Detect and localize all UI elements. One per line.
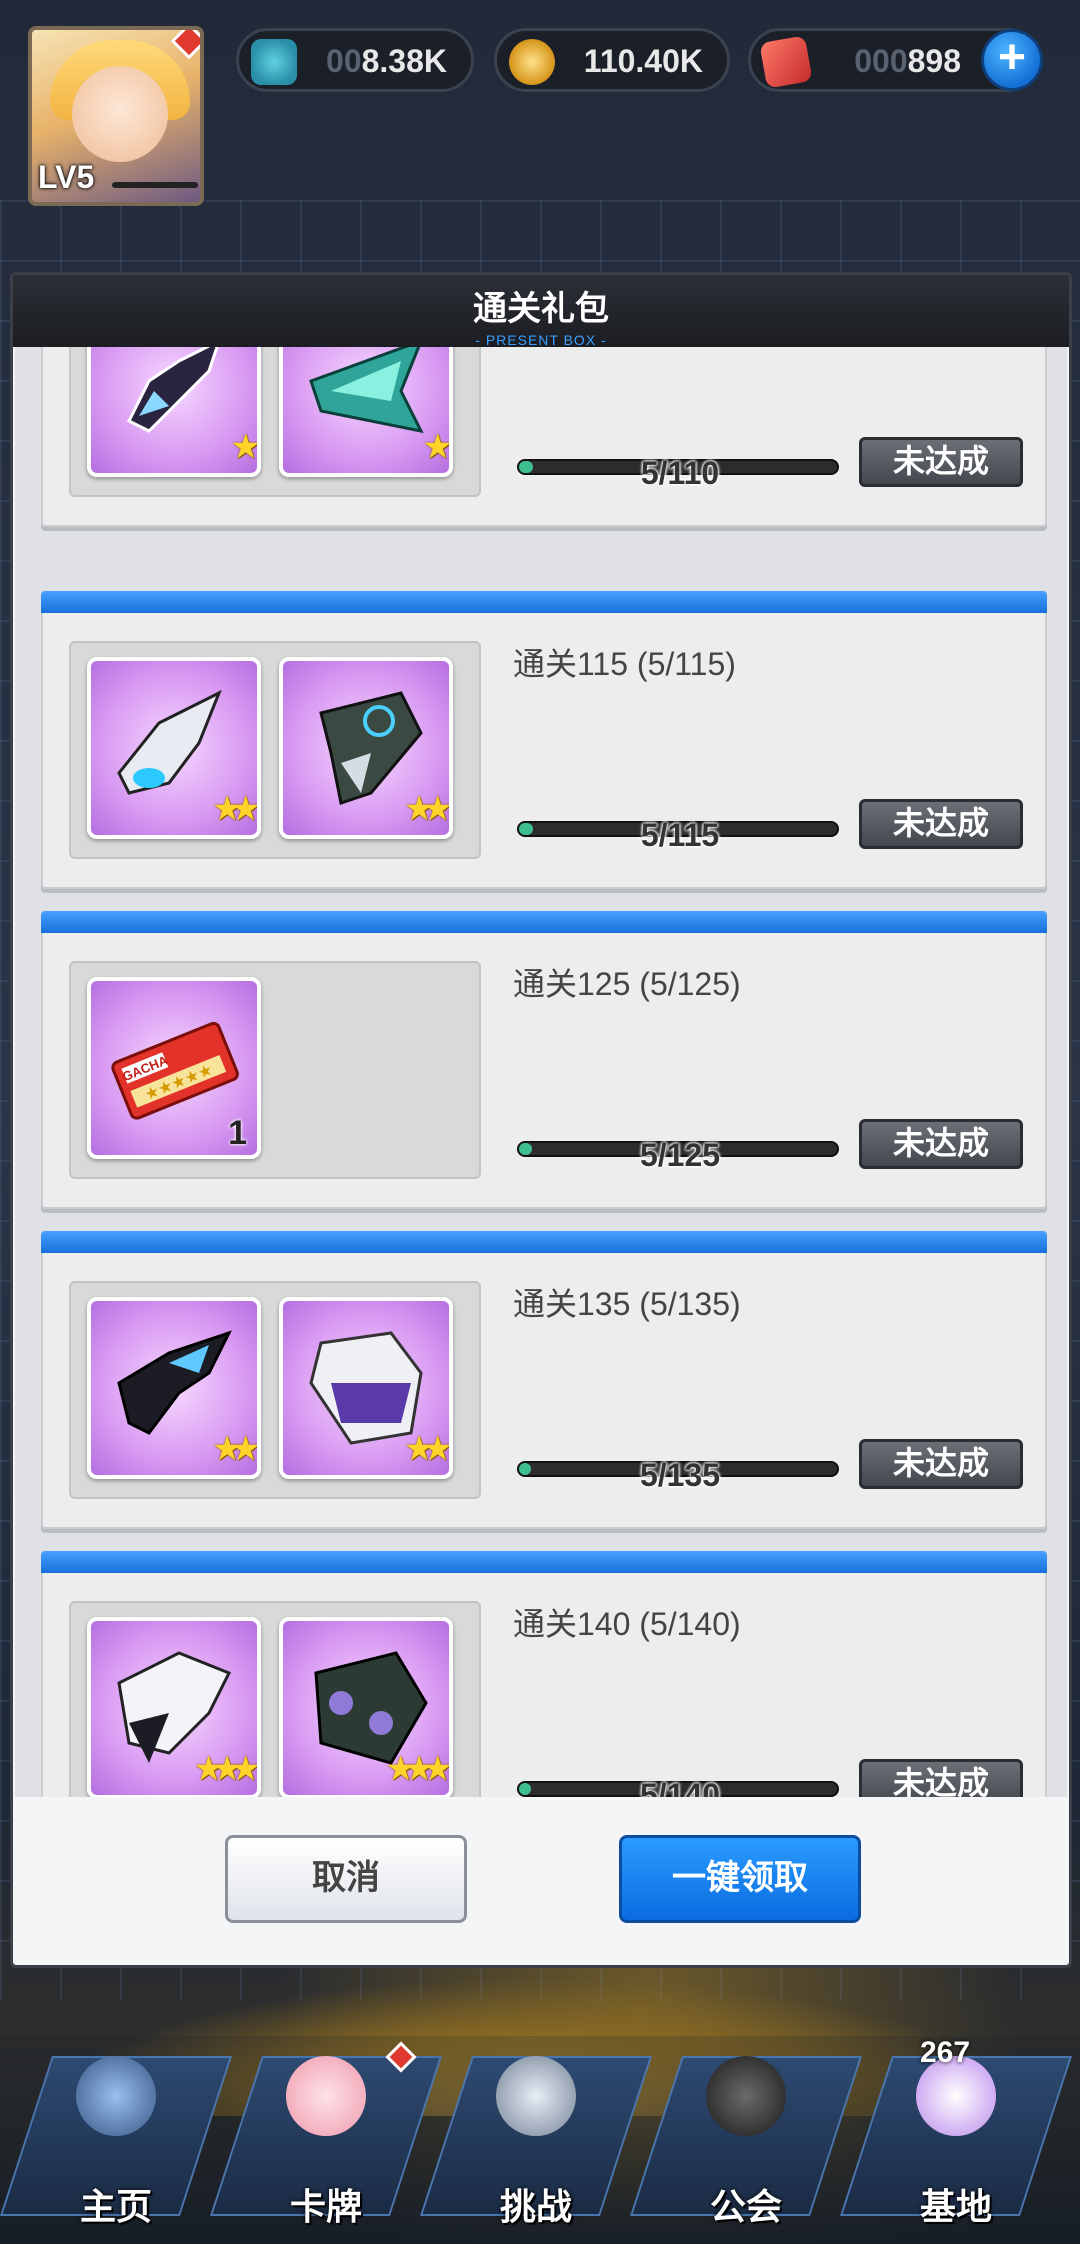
reward-list[interactable]: ★ ★ 5/110 未达成 ★★ ★★ 通关115 (5/115) 5/115 … bbox=[15, 347, 1067, 1797]
coin-counter: 110.40K bbox=[494, 28, 730, 92]
reward-card: ★★ ★★ 通关115 (5/115) 5/115 未达成 bbox=[41, 591, 1047, 889]
reward-title: 通关125 (5/125) bbox=[513, 966, 741, 1002]
avatar-alert-icon bbox=[170, 30, 200, 60]
reward-status-button[interactable]: 未达成 bbox=[859, 1439, 1023, 1489]
item-count: 1 bbox=[228, 1114, 247, 1152]
reward-item[interactable]: ★ bbox=[87, 347, 261, 477]
energy-icon bbox=[251, 39, 297, 85]
rarity-stars: ★ bbox=[422, 428, 449, 466]
coin-value: 110.40K bbox=[583, 43, 703, 79]
card-header-bar bbox=[41, 911, 1047, 933]
reward-progress-bar: 5/125 bbox=[517, 1137, 839, 1173]
reward-status-button[interactable]: 未达成 bbox=[859, 799, 1023, 849]
reward-item[interactable]: ★★ bbox=[279, 1297, 453, 1479]
nav-label: 挑战 bbox=[499, 2186, 572, 2227]
progress-text: 5/110 bbox=[640, 455, 720, 491]
progress-text: 5/125 bbox=[639, 1137, 721, 1173]
reward-items: ★★ ★★ bbox=[69, 641, 481, 859]
challenge-icon bbox=[496, 2056, 576, 2136]
cards-icon bbox=[286, 2056, 366, 2136]
reward-item[interactable]: ★★ bbox=[87, 1297, 261, 1479]
reward-card: ★★ ★★ 通关135 (5/135) 5/135 未达成 bbox=[41, 1231, 1047, 1529]
reward-card: GACHA ★★★★★ 1 通关125 (5/125) 5/125 未达成 bbox=[41, 911, 1047, 1209]
reward-items: ★ ★ bbox=[69, 347, 481, 497]
base-count: 267 bbox=[920, 2036, 971, 2069]
rarity-stars: ★★ bbox=[404, 1430, 449, 1468]
top-hud: LV5 008.38K 110.40K 000898 + bbox=[0, 0, 1080, 206]
reward-item[interactable]: GACHA ★★★★★ 1 bbox=[87, 977, 261, 1159]
progress-text: 5/140 bbox=[639, 1777, 721, 1797]
reward-status-button[interactable]: 未达成 bbox=[859, 437, 1023, 487]
reward-item[interactable]: ★ bbox=[279, 347, 453, 477]
rarity-stars: ★★★ bbox=[385, 1750, 449, 1788]
lock-icon bbox=[706, 2056, 786, 2136]
blade-icon bbox=[309, 347, 424, 434]
nav-label: 基地 bbox=[919, 2186, 992, 2227]
reward-items: GACHA ★★★★★ 1 bbox=[69, 961, 481, 1179]
nav-label: 主页 bbox=[79, 2186, 152, 2227]
gem-icon bbox=[759, 35, 813, 89]
progress-text: 5/135 bbox=[639, 1457, 721, 1493]
card-header-bar bbox=[41, 1551, 1047, 1573]
gem-value: 000898 bbox=[854, 43, 961, 79]
nav-item-guild[interactable]: 公会 bbox=[630, 2016, 862, 2244]
reward-progress-bar: 5/115 bbox=[517, 817, 839, 853]
reward-card: ★ ★ 5/110 未达成 bbox=[41, 347, 1047, 527]
coin-icon bbox=[509, 39, 555, 85]
progress-text: 5/115 bbox=[640, 817, 720, 853]
reward-title: 通关115 (5/115) bbox=[513, 646, 736, 682]
cancel-button[interactable]: 取消 bbox=[225, 1835, 467, 1923]
gem-counter: 000898 + bbox=[748, 28, 1043, 92]
dialog-footer: 取消 一键领取 bbox=[15, 1811, 1067, 1963]
dialog-header: 通关礼包 - PRESENT BOX - bbox=[13, 275, 1069, 348]
reward-progress-bar: 5/140 bbox=[517, 1777, 839, 1797]
reward-title: 通关140 (5/140) bbox=[513, 1606, 741, 1642]
rarity-stars: ★★ bbox=[212, 1430, 257, 1468]
reward-title: 通关135 (5/135) bbox=[513, 1286, 741, 1322]
level-progress-bar bbox=[112, 182, 198, 188]
reward-item[interactable]: ★★★ bbox=[87, 1617, 261, 1797]
avatar-face bbox=[72, 66, 168, 162]
rarity-stars: ★★ bbox=[212, 790, 257, 828]
player-level: LV5 bbox=[38, 159, 95, 195]
reward-status-button[interactable]: 未达成 bbox=[859, 1759, 1023, 1797]
reward-item[interactable]: ★★★ bbox=[279, 1617, 453, 1797]
dialog-title: 通关礼包 bbox=[473, 290, 609, 328]
gauntlet-icon bbox=[126, 347, 219, 433]
reward-progress-bar: 5/110 bbox=[517, 455, 839, 491]
player-avatar[interactable]: LV5 bbox=[28, 26, 204, 206]
reward-card: ★★★ ★★★ 通关140 (5/140) 5/140 未达成 bbox=[41, 1551, 1047, 1797]
nav-item-challenge[interactable]: 挑战 bbox=[420, 2016, 652, 2244]
gacha-ticket-icon: GACHA ★★★★★ bbox=[111, 1021, 239, 1120]
nav-item-home[interactable]: 主页 bbox=[0, 2016, 232, 2244]
rarity-stars: ★★ bbox=[404, 790, 449, 828]
add-gems-button[interactable]: + bbox=[981, 29, 1043, 91]
nav-label: 公会 bbox=[709, 2186, 782, 2227]
reward-items: ★★ ★★ bbox=[69, 1281, 481, 1499]
rarity-stars: ★★★ bbox=[193, 1750, 257, 1788]
rarity-stars: ★ bbox=[230, 428, 257, 466]
card-header-bar bbox=[41, 1231, 1047, 1253]
card-header-bar bbox=[41, 591, 1047, 613]
energy-counter: 008.38K bbox=[236, 28, 474, 92]
reward-item[interactable]: ★★ bbox=[279, 657, 453, 839]
nav-label: 卡牌 bbox=[289, 2186, 362, 2227]
bottom-nav: 主页 卡牌 挑战 公会 基地 267 bbox=[0, 1976, 1080, 2244]
home-icon bbox=[76, 2056, 156, 2136]
reward-progress-bar: 5/135 bbox=[517, 1457, 839, 1493]
reward-item[interactable]: ★★ bbox=[87, 657, 261, 839]
dialog-subtitle: - PRESENT BOX - bbox=[475, 332, 607, 348]
energy-value: 008.38K bbox=[326, 43, 447, 79]
reward-items: ★★★ ★★★ bbox=[69, 1601, 481, 1797]
present-box-dialog: 通关礼包 - PRESENT BOX - ★ ★ 5/110 未达成 ★★ ★★… bbox=[10, 272, 1072, 1968]
claim-all-button[interactable]: 一键领取 bbox=[619, 1835, 861, 1923]
reward-status-button[interactable]: 未达成 bbox=[859, 1119, 1023, 1169]
